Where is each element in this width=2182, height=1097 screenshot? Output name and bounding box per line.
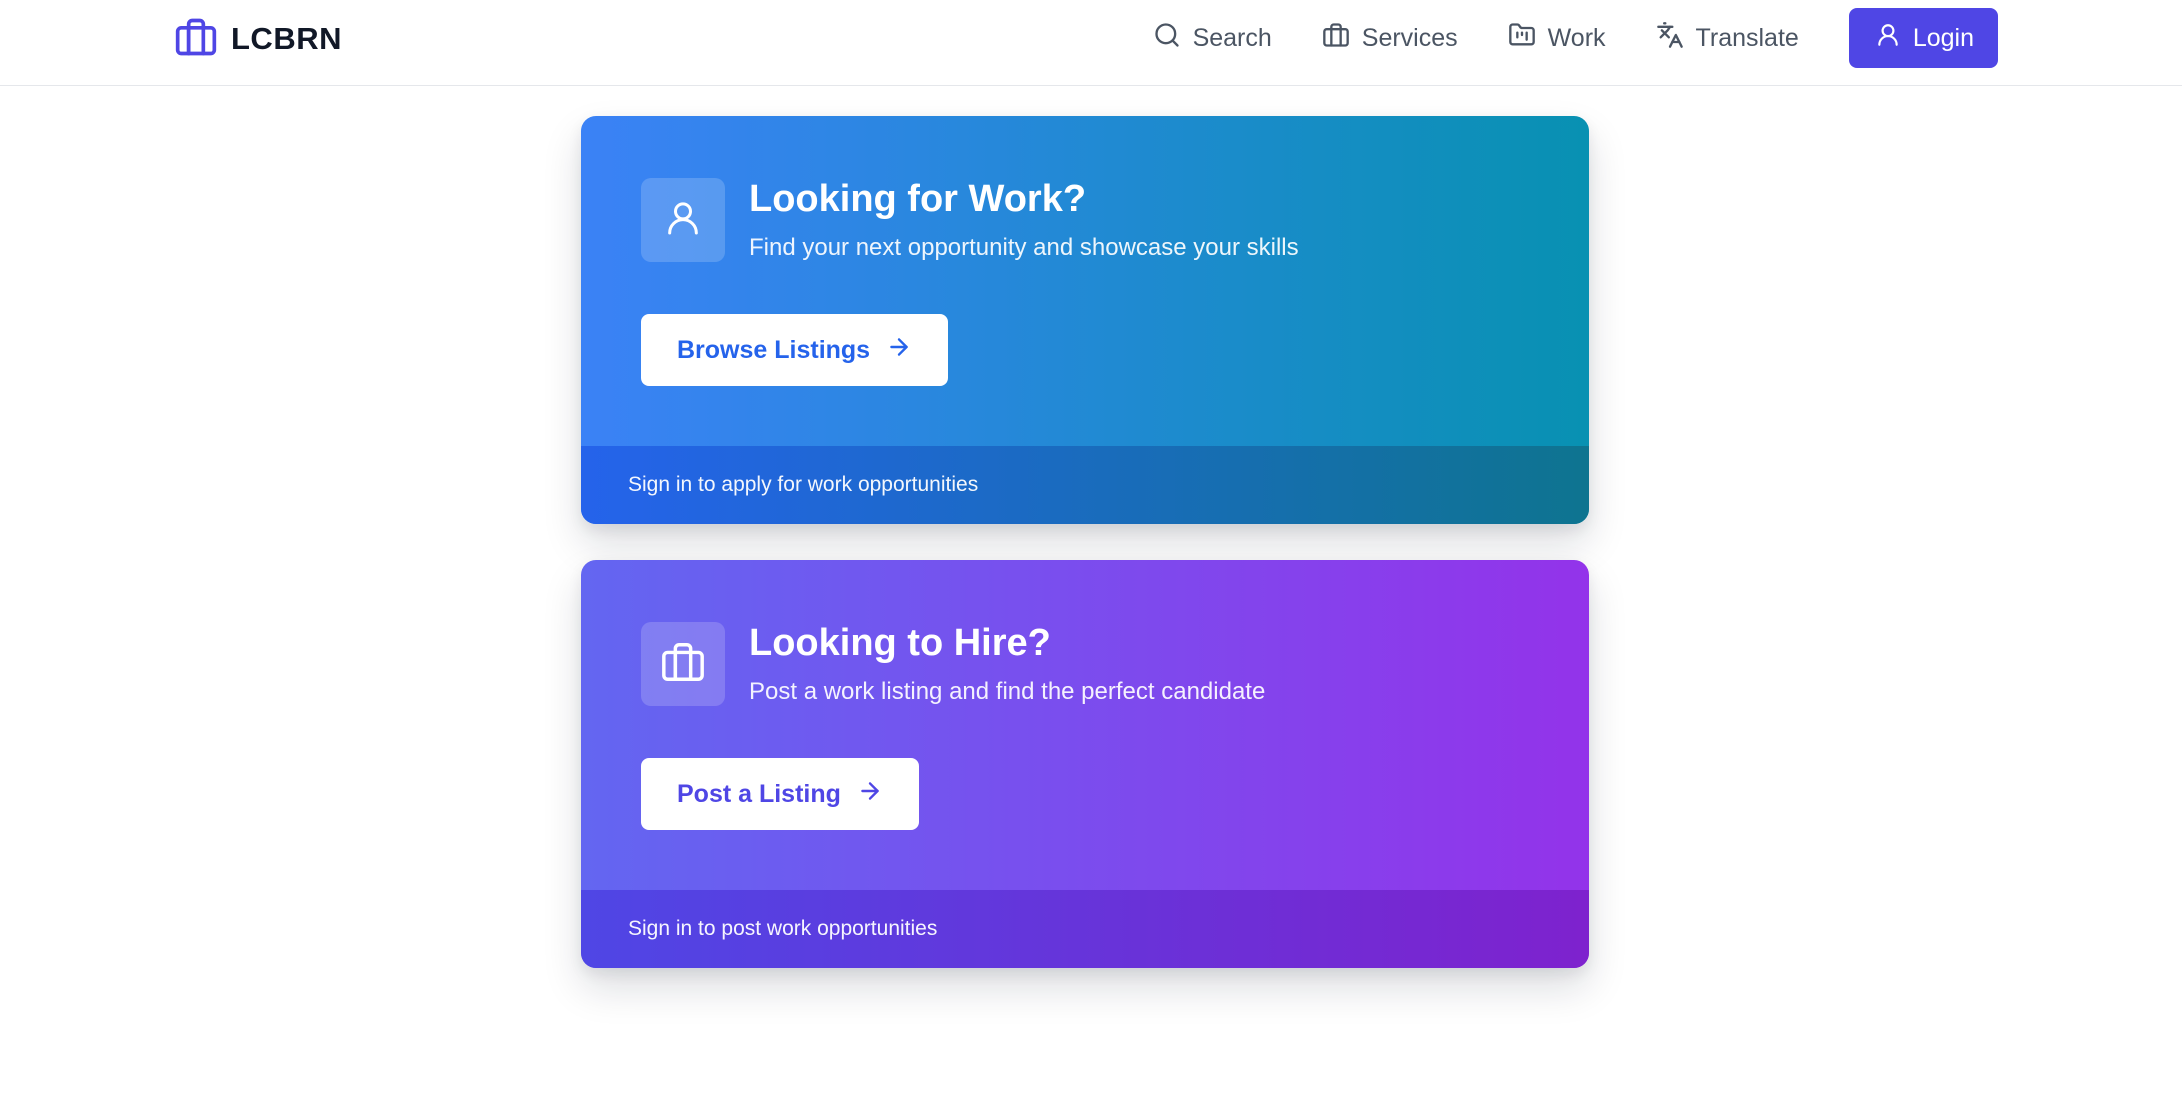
- languages-icon: [1656, 21, 1684, 56]
- briefcase-icon: [659, 639, 707, 690]
- brand-name: LCBRN: [231, 21, 342, 56]
- user-icon: [663, 196, 703, 245]
- footer-text: Sign in to apply for work opportunities: [628, 473, 979, 496]
- login-button[interactable]: Login: [1848, 8, 1998, 68]
- login-label: Login: [1912, 23, 1974, 52]
- looking-for-work-card: Looking for Work? Find your next opportu…: [581, 116, 1589, 524]
- nav-services-label: Services: [1361, 23, 1458, 52]
- main-nav: Search Services Work Translate Login: [1153, 8, 1998, 68]
- card-subtitle: Post a work listing and find the perfect…: [749, 678, 1266, 705]
- briefcase-icon: [173, 15, 219, 64]
- card-title: Looking to Hire?: [749, 622, 1051, 664]
- folder-kanban-icon: [1508, 21, 1536, 56]
- arrow-right-icon: [886, 334, 912, 367]
- nav-translate[interactable]: Translate: [1656, 21, 1799, 56]
- card-footer: Sign in to apply for work opportunities: [581, 446, 1589, 524]
- card-footer: Sign in to post work opportunities: [581, 890, 1589, 968]
- nav-search[interactable]: Search: [1153, 21, 1272, 56]
- button-label: Browse Listings: [677, 335, 871, 364]
- nav-search-label: Search: [1192, 23, 1272, 52]
- post-listing-button[interactable]: Post a Listing: [641, 758, 919, 830]
- top-navbar: LCBRN Search Services Work Translate Log…: [0, 0, 2182, 86]
- nav-services[interactable]: Services: [1322, 21, 1458, 56]
- search-icon: [1153, 21, 1181, 56]
- looking-to-hire-card: Looking to Hire? Post a work listing and…: [581, 560, 1589, 968]
- card-title: Looking for Work?: [749, 178, 1087, 220]
- nav-work-label: Work: [1547, 23, 1606, 52]
- browse-listings-button[interactable]: Browse Listings: [641, 314, 949, 386]
- card-icon-box: [641, 178, 725, 262]
- nav-translate-label: Translate: [1695, 23, 1799, 52]
- arrow-right-icon: [857, 778, 883, 811]
- footer-text: Sign in to post work opportunities: [628, 917, 938, 940]
- user-icon: [1875, 21, 1901, 56]
- briefcase-icon: [1322, 21, 1350, 56]
- brand-logo-link[interactable]: LCBRN: [173, 17, 342, 61]
- nav-work[interactable]: Work: [1508, 21, 1606, 56]
- card-icon-box: [641, 622, 725, 706]
- card-subtitle: Find your next opportunity and showcase …: [749, 234, 1299, 261]
- button-label: Post a Listing: [677, 779, 841, 808]
